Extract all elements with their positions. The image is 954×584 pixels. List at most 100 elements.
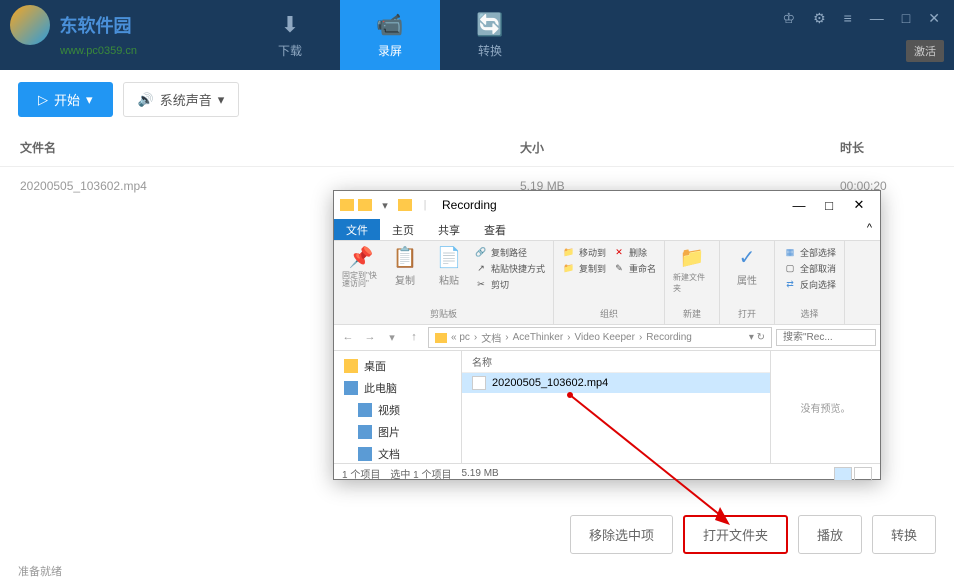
tab-convert[interactable]: 🔄 转换 [440,0,540,70]
sidebar-item-videos[interactable]: 视频 [334,399,461,421]
start-button[interactable]: ▷ 开始 ▾ [18,82,113,117]
status-bar: 准备就绪 [18,563,62,579]
logo-text: 东软件园 [59,16,131,36]
back-icon[interactable]: ← [338,331,358,344]
paste-button[interactable]: 📄 粘贴 [430,245,468,287]
close-icon[interactable]: ✕ [844,193,874,217]
new-folder-button[interactable]: 📁 新建文件夹 [673,245,711,294]
status-items: 1 个项目 [342,466,380,481]
folder-icon [340,199,354,211]
picture-icon [358,425,372,439]
folder-icon [398,199,412,211]
explorer-title: Recording [442,198,784,212]
menu-icon[interactable]: ≡ [840,8,856,29]
delete-button[interactable]: ✕删除 [612,245,656,259]
column-name[interactable]: 名称 [462,351,770,373]
settings-icon[interactable]: ⚙ [809,8,830,29]
move-to-button[interactable]: 📁移动到 [562,245,606,259]
download-icon: ⬇ [281,12,299,38]
delete-icon: ✕ [612,245,626,259]
remove-selected-button[interactable]: 移除选中项 [570,515,673,554]
tab-download[interactable]: ⬇ 下载 [240,0,340,70]
rename-button[interactable]: ✎重命名 [612,261,656,275]
chevron-down-icon: ▾ [218,92,225,108]
select-all-button[interactable]: ▦全部选择 [783,245,836,259]
rename-icon: ✎ [612,261,626,275]
path-icon: 🔗 [474,245,488,259]
minimize-icon[interactable]: — [784,193,814,217]
file-icon [472,376,486,390]
folder-icon [344,359,358,373]
invert-icon: ⇄ [783,277,797,291]
tab-share[interactable]: 共享 [426,219,472,240]
maximize-icon[interactable]: □ [814,193,844,217]
ribbon-toggle-icon[interactable]: ^ [859,219,880,240]
select-none-button[interactable]: ▢全部取消 [783,261,836,275]
history-icon[interactable]: ▾ [382,331,402,344]
file-item[interactable]: 20200505_103602.mp4 [462,373,770,393]
tab-home[interactable]: 主页 [380,219,426,240]
convert-button[interactable]: 转换 [872,515,936,554]
user-icon[interactable]: ♔ [779,8,800,29]
sidebar-item-documents[interactable]: 文档 [334,443,461,463]
pin-button[interactable]: 📌 固定到"快速访问" [342,245,380,288]
sidebar-item-pictures[interactable]: 图片 [334,421,461,443]
logo-icon [10,5,50,45]
invert-selection-button[interactable]: ⇄反向选择 [783,277,836,291]
copy-to-button[interactable]: 📁复制到 [562,261,606,275]
minimize-icon[interactable]: — [866,8,888,29]
up-icon[interactable]: ↑ [404,331,424,344]
preview-pane: 没有预览。 [770,351,880,463]
view-icons-button[interactable] [854,467,872,481]
pc-icon [344,381,358,395]
select-all-icon: ▦ [783,245,797,259]
pin-icon: 📌 [349,245,374,270]
audio-source-button[interactable]: 🔊 系统声音 ▾ [123,82,240,117]
search-input[interactable] [776,329,876,346]
speaker-icon: 🔊 [138,92,154,108]
address-bar[interactable]: « pc› 文档› AceThinker› Video Keeper› Reco… [428,327,772,348]
paste-shortcut-button[interactable]: ↗粘贴快捷方式 [474,261,545,275]
record-icon: 📹 [376,12,403,38]
new-folder-icon: 📁 [680,245,705,270]
tab-file[interactable]: 文件 [334,219,380,240]
cut-icon: ✂ [474,277,488,291]
activate-button[interactable]: 激活 [906,40,944,62]
tab-view[interactable]: 查看 [472,219,518,240]
properties-button[interactable]: ✓ 属性 [728,245,766,287]
document-icon [358,447,372,461]
play-button[interactable]: 播放 [798,515,862,554]
status-selected: 选中 1 个项目 [390,466,451,481]
sidebar-item-desktop[interactable]: 桌面 [334,355,461,377]
sidebar-item-thispc[interactable]: 此电脑 [334,377,461,399]
cut-button[interactable]: ✂剪切 [474,277,545,291]
app-logo: 东软件园 www.pc0359.cn [10,5,137,57]
explorer-window: ▾ | Recording — □ ✕ 文件 主页 共享 查看 ^ 📌 固定到"… [333,190,881,480]
status-size: 5.19 MB [461,468,498,479]
convert-icon: 🔄 [476,12,503,38]
play-icon: ▷ [38,92,48,108]
view-details-button[interactable] [834,467,852,481]
logo-url: www.pc0359.cn [60,45,137,57]
select-none-icon: ▢ [783,261,797,275]
maximize-icon[interactable]: □ [898,8,914,29]
chevron-down-icon: ▾ [86,92,93,108]
column-filename[interactable]: 文件名 [20,139,520,156]
column-duration[interactable]: 时长 [840,139,934,156]
shortcut-icon: ↗ [474,261,488,275]
move-icon: 📁 [562,245,576,259]
folder-icon [358,199,372,211]
tab-record[interactable]: 📹 录屏 [340,0,440,70]
video-icon [358,403,372,417]
copy-path-button[interactable]: 🔗复制路径 [474,245,545,259]
copy-icon: 📋 [393,245,418,270]
forward-icon[interactable]: → [360,331,380,344]
copy-button[interactable]: 📋 复制 [386,245,424,287]
column-size[interactable]: 大小 [520,139,840,156]
close-icon[interactable]: ✕ [924,8,944,29]
chevron-down-icon[interactable]: ▾ [376,196,394,214]
folder-icon [435,333,447,343]
copy-to-icon: 📁 [562,261,576,275]
open-folder-button[interactable]: 打开文件夹 [683,515,788,554]
properties-icon: ✓ [739,245,756,270]
